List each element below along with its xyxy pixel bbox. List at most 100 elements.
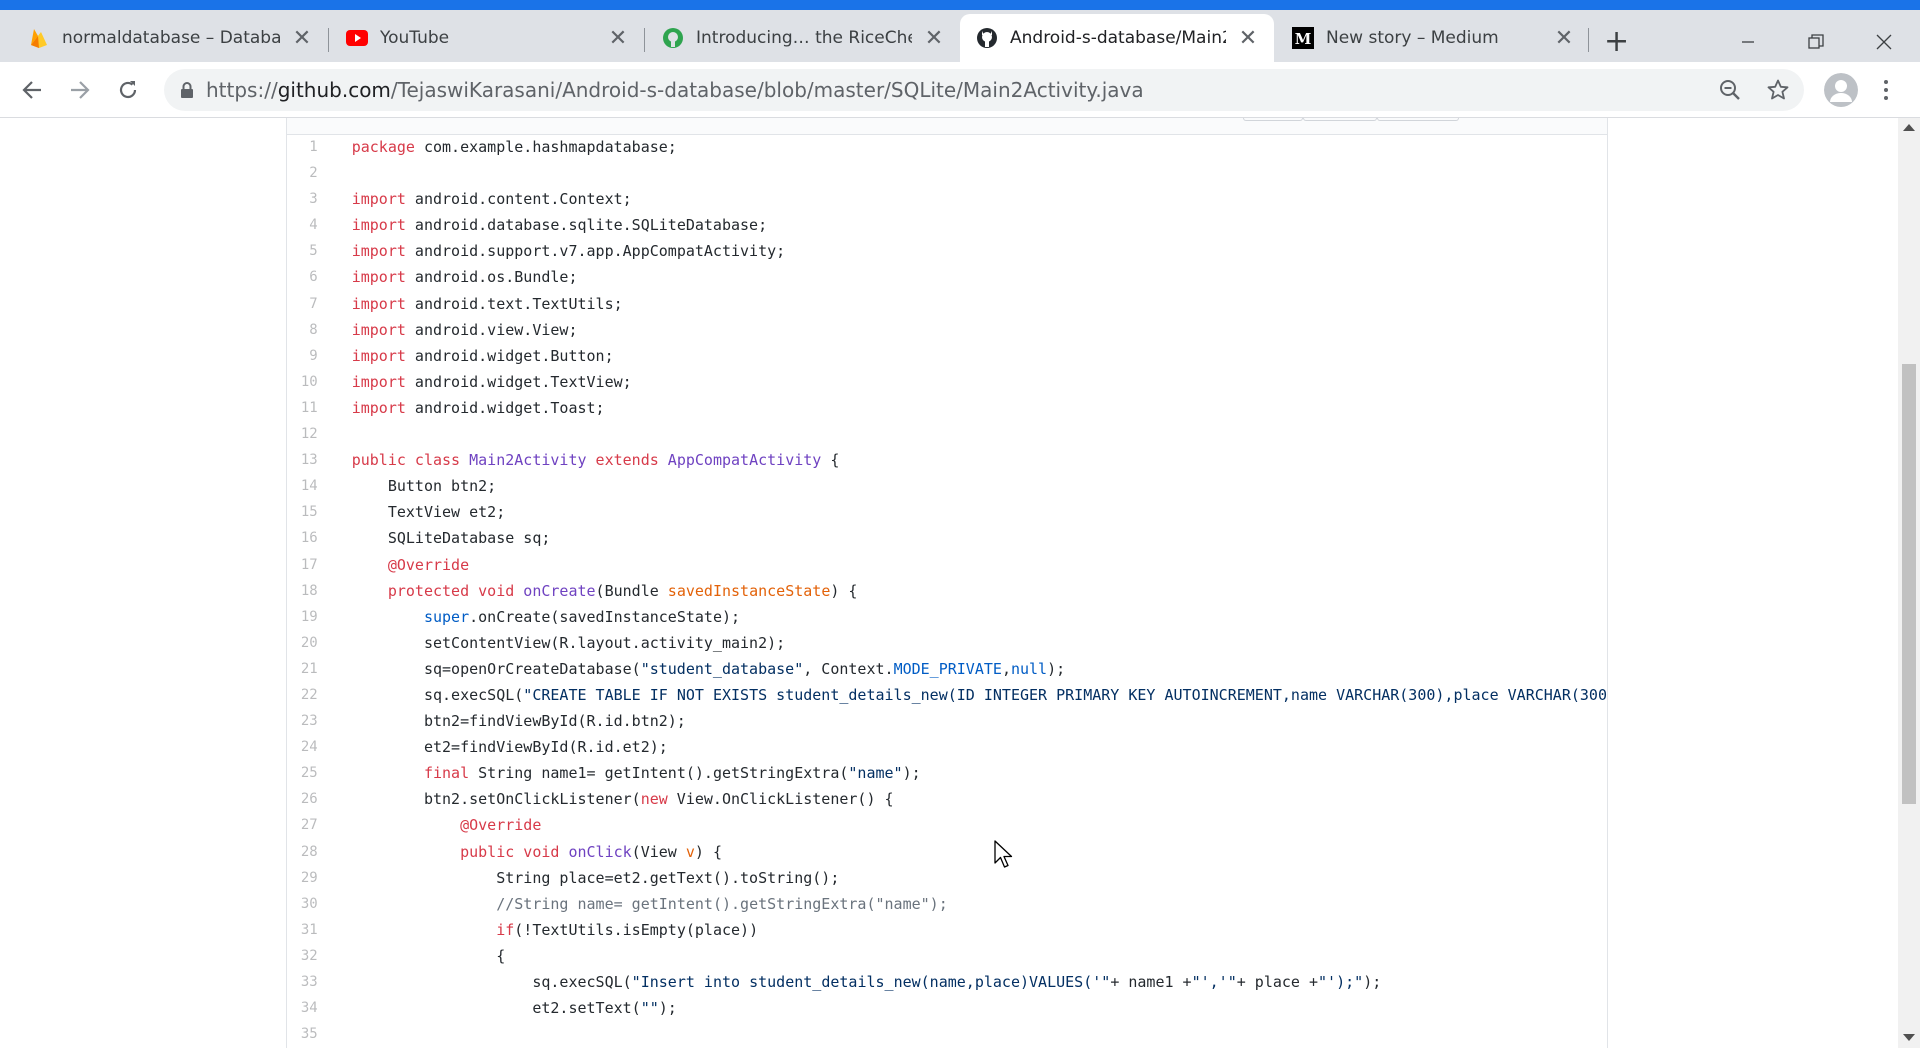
line-code: TextView et2;: [351, 503, 506, 522]
line-code: @Override: [460, 816, 542, 835]
line-code: import android.support.v7.app.AppCompatA…: [351, 242, 786, 261]
close-window-icon: [1876, 34, 1892, 50]
line-number[interactable]: 29: [287, 865, 328, 891]
history-button[interactable]: [1377, 118, 1459, 121]
url-text: https://github.com/TejaswiKarasani/Andro…: [206, 78, 1144, 102]
file-actions-group: [1243, 118, 1459, 122]
line-code: import android.widget.Button;: [351, 346, 614, 365]
line-number[interactable]: 27: [287, 812, 328, 838]
raw-button[interactable]: [1243, 118, 1303, 121]
line-number[interactable]: 4: [287, 212, 328, 238]
line-number[interactable]: 1: [287, 134, 328, 160]
window-accent-bar: [0, 0, 1920, 10]
line-number[interactable]: 6: [287, 264, 328, 290]
close-icon[interactable]: ✕: [1554, 26, 1574, 51]
close-icon[interactable]: ✕: [1238, 26, 1258, 51]
close-icon[interactable]: ✕: [292, 26, 312, 51]
tab-normaldatabase[interactable]: normaldatabase – Database ✕: [12, 14, 328, 62]
line-number[interactable]: 34: [287, 995, 328, 1021]
page-scrollbar[interactable]: [1898, 118, 1920, 1048]
line-number[interactable]: 13: [287, 447, 328, 473]
line-number[interactable]: 17: [287, 552, 328, 578]
code-line: 24 et2=findViewById(R.id.et2);: [287, 734, 1607, 760]
line-number[interactable]: 11: [287, 395, 328, 421]
avatar-icon: [1824, 73, 1858, 107]
line-code: {: [351, 946, 506, 965]
line-number[interactable]: 32: [287, 943, 328, 969]
line-code: protected void onCreate(Bundle savedInst…: [387, 581, 858, 600]
profile-avatar[interactable]: [1824, 73, 1858, 107]
new-tab-button[interactable]: +: [1604, 24, 1629, 60]
line-number[interactable]: 20: [287, 630, 328, 656]
code-file-box: 1 package com.example.hashmapdatabase; 2 3 i…: [286, 118, 1608, 1048]
line-number[interactable]: 28: [287, 839, 328, 865]
line-number[interactable]: 14: [287, 473, 328, 499]
tab-android-database[interactable]: Android-s-database/Main2 ✕: [960, 14, 1274, 62]
line-code: //String name= getIntent().getStringExtr…: [496, 894, 948, 913]
line-code: super.onCreate(savedInstanceState);: [423, 607, 741, 626]
tab-title: New story – Medium: [1326, 28, 1499, 48]
back-button[interactable]: [14, 72, 50, 108]
line-number[interactable]: 2: [287, 160, 328, 186]
line-number[interactable]: 19: [287, 604, 328, 630]
line-number[interactable]: 25: [287, 760, 328, 786]
zoom-icon[interactable]: [1718, 78, 1742, 102]
address-bar[interactable]: https://github.com/TejaswiKarasani/Andro…: [164, 69, 1804, 111]
line-code: import android.view.View;: [351, 320, 578, 339]
line-number[interactable]: 10: [287, 369, 328, 395]
browser-toolbar: https://github.com/TejaswiKarasani/Andro…: [0, 62, 1920, 118]
forward-arrow-icon: [71, 81, 90, 99]
line-number[interactable]: 35: [287, 1021, 328, 1047]
forward-button[interactable]: [62, 72, 98, 108]
line-number[interactable]: 21: [287, 656, 328, 682]
code-line: 23 btn2=findViewById(R.id.btn2);: [287, 708, 1607, 734]
tab-ricecheck[interactable]: Introducing… the RiceCheck ✕: [646, 14, 960, 62]
scroll-up-arrow-icon[interactable]: [1903, 124, 1915, 131]
close-icon[interactable]: ✕: [608, 26, 628, 51]
tab-medium[interactable]: M New story – Medium ✕: [1276, 14, 1590, 62]
url-path: /TejaswiKarasani/Android-s-database/blob…: [390, 78, 1144, 102]
line-number[interactable]: 7: [287, 291, 328, 317]
menu-dot: [1884, 96, 1888, 100]
line-number[interactable]: 3: [287, 186, 328, 212]
tab-youtube[interactable]: YouTube ✕: [330, 14, 644, 62]
line-number[interactable]: 5: [287, 238, 328, 264]
close-window-button[interactable]: [1852, 20, 1916, 64]
scroll-down-arrow-icon[interactable]: [1903, 1034, 1915, 1041]
line-number[interactable]: 31: [287, 917, 328, 943]
mouse-cursor-icon: [994, 840, 1013, 868]
code-line: 5 import android.support.v7.app.AppCompat…: [287, 238, 1607, 264]
line-number[interactable]: 18: [287, 578, 328, 604]
minimize-button[interactable]: [1716, 20, 1780, 64]
line-number[interactable]: 23: [287, 708, 328, 734]
line-number[interactable]: 12: [287, 421, 328, 447]
line-number[interactable]: 16: [287, 525, 328, 551]
bookmark-star-icon[interactable]: [1766, 78, 1790, 102]
code-line: 1 package com.example.hashmapdatabase;: [287, 134, 1607, 160]
code-line: 25 final String name1= getIntent().getSt…: [287, 760, 1607, 786]
line-number[interactable]: 15: [287, 499, 328, 525]
firebase-icon: [28, 27, 50, 49]
line-number[interactable]: 26: [287, 786, 328, 812]
menu-dot: [1884, 80, 1888, 84]
line-number[interactable]: 22: [287, 682, 328, 708]
line-code: import android.widget.TextView;: [351, 372, 632, 391]
code-line: 32 {: [287, 943, 1607, 969]
line-number[interactable]: 24: [287, 734, 328, 760]
code-line: 21 sq=openOrCreateDatabase("student_data…: [287, 656, 1607, 682]
code-line: 3 import android.content.Context;: [287, 186, 1607, 212]
close-icon[interactable]: ✕: [924, 26, 944, 51]
line-code: import android.content.Context;: [351, 190, 632, 209]
scrollbar-thumb[interactable]: [1902, 364, 1916, 804]
browser-menu-button[interactable]: [1876, 74, 1896, 106]
restore-button[interactable]: [1784, 20, 1848, 64]
code-line: 4 import android.database.sqlite.SQLiteDa…: [287, 212, 1607, 238]
line-number[interactable]: 9: [287, 343, 328, 369]
reload-button[interactable]: [110, 72, 146, 108]
line-number[interactable]: 33: [287, 969, 328, 995]
line-number[interactable]: 8: [287, 317, 328, 343]
blame-button[interactable]: [1303, 118, 1377, 121]
code-line: 30 //String name= getIntent().getStringE…: [287, 891, 1607, 917]
line-number[interactable]: 30: [287, 891, 328, 917]
line-code: sq.execSQL("CREATE TABLE IF NOT EXISTS s…: [351, 685, 1607, 704]
